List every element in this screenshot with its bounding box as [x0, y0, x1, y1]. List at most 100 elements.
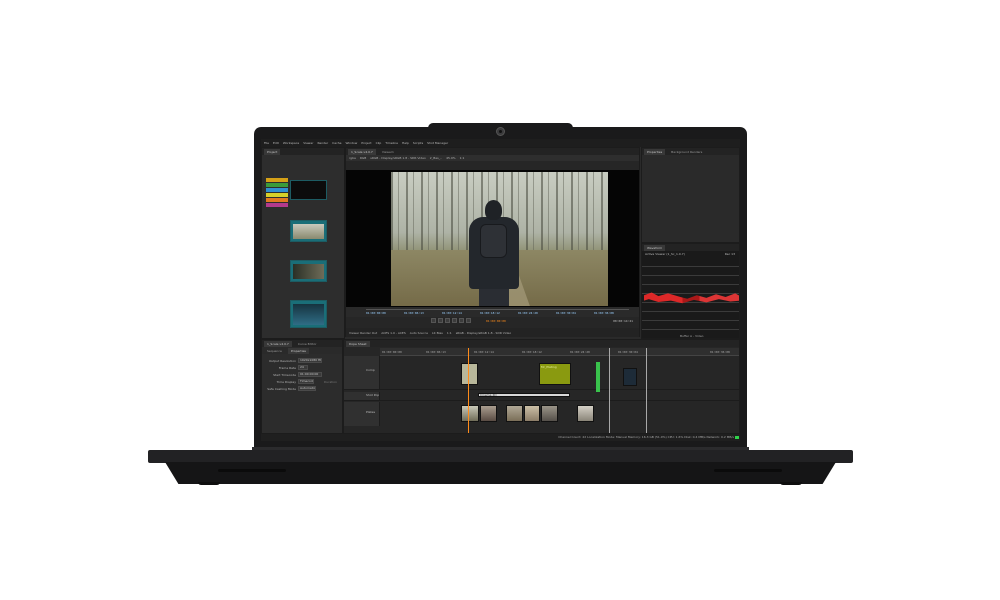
- input-process-select[interactable]: ACES 1.0 - ACES: [381, 331, 406, 335]
- source-select[interactable]: Auto Source: [410, 331, 428, 335]
- field-label: Start Timecode: [273, 373, 296, 377]
- tab-viewer-node[interactable]: 1_Scale v4.0.7: [348, 148, 376, 155]
- transport-controls: [431, 318, 471, 323]
- plate-clip[interactable]: [524, 405, 540, 422]
- step-forward-icon[interactable]: [459, 318, 464, 323]
- clip-marker-green[interactable]: [596, 362, 600, 392]
- field-label: Time Display: [276, 380, 296, 384]
- thumbnail[interactable]: [290, 180, 327, 200]
- swatch-6[interactable]: [266, 203, 288, 207]
- laptop-deck: [148, 450, 853, 463]
- menu-help[interactable]: Help: [402, 139, 409, 147]
- track-comp[interactable]: Comp Mr_Plating: [344, 356, 739, 392]
- field-label: Safe Cashing Mode: [267, 387, 296, 391]
- swatch-1[interactable]: [266, 178, 288, 182]
- menu-clip[interactable]: Clip: [376, 139, 382, 147]
- field-label: Output Resolution: [268, 359, 296, 363]
- input-select[interactable]: 2_Bas_..: [430, 156, 442, 160]
- menu-project[interactable]: Project: [361, 139, 371, 147]
- time-display-select[interactable]: Timecode: [298, 379, 314, 384]
- menu-scripts[interactable]: Scripts: [413, 139, 423, 147]
- plate-clip[interactable]: [461, 405, 479, 422]
- output-transform-select[interactable]: sRGB - Display/sRGB 1.8 - SDR Video: [456, 331, 512, 335]
- track-shot-pop[interactable]: Shot Pop Cinema 4D: [344, 392, 739, 401]
- tab-curve-editor[interactable]: Curve Editor: [295, 341, 320, 347]
- viewer-image: [391, 172, 608, 306]
- sequence-subtabs: Sequence Properties: [262, 347, 342, 354]
- tab-sequence-node[interactable]: 1_Scale v4.0.7: [264, 340, 292, 347]
- play-reverse-icon[interactable]: [445, 318, 450, 323]
- swatch-4[interactable]: [266, 193, 288, 197]
- frame-rate-select[interactable]: 24: [298, 365, 308, 370]
- skip-start-icon[interactable]: [431, 318, 436, 323]
- timeline-ruler[interactable]: 01:00:00:00 01:00:06:13 01:00:12:14 01:0…: [380, 348, 739, 356]
- timeline-playhead[interactable]: [468, 348, 469, 433]
- swatch-3[interactable]: [266, 188, 288, 192]
- plate-clip[interactable]: [506, 405, 523, 422]
- zoom-readout[interactable]: 45.9%: [446, 156, 456, 160]
- timeline-marker-line: [646, 348, 647, 433]
- comp-clip[interactable]: [461, 363, 478, 385]
- bias-select[interactable]: LK Bias: [432, 331, 443, 335]
- waveform-source[interactable]: Active Viewer (1_Sc_1.0.7): [645, 252, 685, 256]
- menu-viewer[interactable]: Viewer: [303, 139, 313, 147]
- clip-label: Mr_Plating: [541, 365, 557, 369]
- ratio-select[interactable]: 1:1: [447, 331, 452, 335]
- waveform-grid: [642, 258, 739, 330]
- tab-properties[interactable]: Properties: [644, 148, 666, 155]
- step-back-icon[interactable]: [438, 318, 443, 323]
- output-resolution-select[interactable]: 1920x1080 HD_1080: [298, 358, 322, 363]
- tab-sequence-properties[interactable]: Properties: [287, 347, 309, 354]
- comp-clip-dark[interactable]: [623, 368, 637, 386]
- plate-clip[interactable]: [480, 405, 497, 422]
- thumbnail[interactable]: [290, 260, 327, 282]
- menu-window[interactable]: Window: [345, 139, 357, 147]
- skip-end-icon[interactable]: [466, 318, 471, 323]
- tab-sequence[interactable]: Sequence: [264, 348, 285, 354]
- time-tick: 01:00:36:08: [594, 311, 614, 315]
- plate-clip[interactable]: [577, 405, 594, 422]
- track-name: Plates: [366, 410, 376, 414]
- play-icon[interactable]: [452, 318, 457, 323]
- time-tick: 01:00:00:00: [366, 311, 386, 315]
- speaker-grille-left: [218, 469, 286, 472]
- ruler-tick: 01:00:18:12: [522, 350, 542, 354]
- end-timecode[interactable]: 00:00:14:21: [613, 319, 633, 323]
- menu-shot-manager[interactable]: Shot Manager: [427, 139, 448, 147]
- tab-project[interactable]: Project: [264, 148, 281, 155]
- menu-edit[interactable]: Edit: [273, 139, 279, 147]
- menu-timeline[interactable]: Timeline: [385, 139, 398, 147]
- tab-viewer1[interactable]: Viewer1: [379, 149, 397, 155]
- swatch-5[interactable]: [266, 198, 288, 202]
- menu-cache[interactable]: Cache: [332, 139, 341, 147]
- backpack: [480, 224, 507, 258]
- laptop-foot-left: [198, 482, 220, 485]
- menu-file[interactable]: File: [264, 139, 269, 147]
- playhead-timecode[interactable]: 01:00:00:00: [486, 319, 506, 323]
- viewer-canvas[interactable]: [346, 170, 639, 307]
- field-frame-rate: Frame Rate 24: [262, 365, 344, 371]
- thumbnail[interactable]: [290, 300, 327, 328]
- viewer-timebar[interactable]: 01:00:00:00 01:00:06:13 01:00:12:14 01:0…: [346, 307, 639, 317]
- track-plates[interactable]: Plates: [344, 402, 739, 426]
- swatch-2[interactable]: [266, 183, 288, 187]
- tab-viewer-render-out[interactable]: Viewer Render Out: [349, 331, 377, 335]
- clip-cinema-4d[interactable]: Cinema 4D: [478, 393, 570, 397]
- start-timecode-input[interactable]: 01:00:00:00: [298, 372, 322, 377]
- safe-cashing-select[interactable]: Automatic: [298, 386, 316, 391]
- menu-workspace[interactable]: Workspace: [283, 139, 299, 147]
- channel-select[interactable]: rgba: [349, 156, 356, 160]
- tab-waveform[interactable]: Waveform: [644, 244, 666, 251]
- project-panel: Project: [261, 147, 345, 339]
- tab-dope-sheet[interactable]: Dope Sheet: [346, 340, 370, 347]
- waveform-standard[interactable]: Rec 13: [725, 252, 735, 256]
- tab-background-renders[interactable]: Background Renders: [668, 149, 705, 155]
- plate-clip[interactable]: [541, 405, 558, 422]
- color-select[interactable]: RGB: [360, 156, 366, 160]
- ratio-readout[interactable]: 1:1: [460, 156, 465, 160]
- display-transform-select[interactable]: sRGB - Display/sRGB 1.8 - SDR Video: [370, 156, 426, 160]
- menu-render[interactable]: Render: [317, 139, 328, 147]
- thumbnail[interactable]: [290, 220, 327, 242]
- status-text: Channel Count: 22 Localization Mode: Man…: [558, 435, 734, 439]
- clip-mr-plating[interactable]: Mr_Plating: [539, 363, 571, 385]
